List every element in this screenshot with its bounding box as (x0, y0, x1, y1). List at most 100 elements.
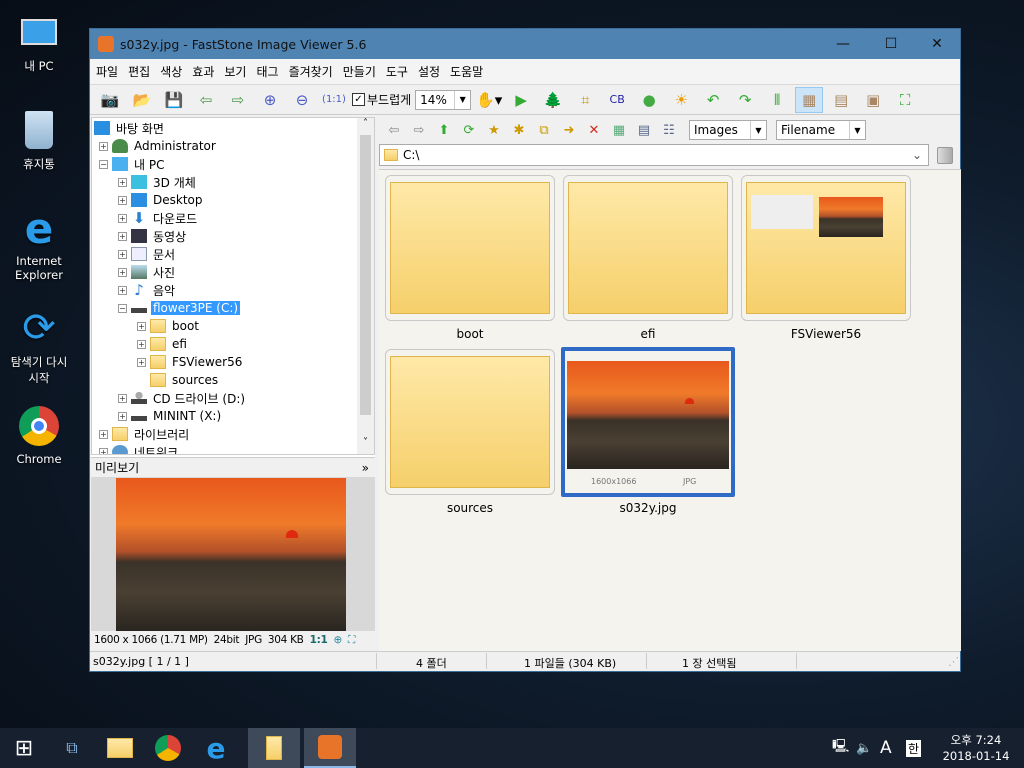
desktop-icon-ie[interactable]: e Internet Explorer (4, 204, 74, 283)
volume-tray-icon[interactable]: 🔈 (856, 741, 872, 756)
layout-browser-icon[interactable]: ▦ (795, 86, 824, 113)
fit-icon[interactable]: ⊕ (334, 634, 343, 646)
expand-icon[interactable]: + (99, 429, 108, 439)
ie-taskbar-icon[interactable]: e (192, 728, 240, 768)
stamp-icon[interactable]: ● (635, 87, 663, 113)
expand-icon[interactable]: + (118, 231, 127, 241)
menu-create[interactable]: 만들기 (343, 63, 376, 80)
language-indicator[interactable]: 한 (906, 739, 922, 757)
filter-select[interactable]: Images ▼ (689, 120, 767, 140)
expand-icon[interactable]: + (118, 411, 127, 421)
chevron-down-icon[interactable]: ▼ (750, 121, 766, 139)
chevron-down-icon[interactable]: ⌄ (912, 148, 928, 162)
network-tray-icon[interactable]: 🖳 (832, 737, 849, 759)
tree-item-boot[interactable]: + boot (137, 317, 201, 335)
menu-favorites[interactable]: 즐겨찾기 (289, 63, 333, 80)
expand-icon[interactable]: + (118, 177, 127, 187)
minimize-button[interactable]: — (820, 29, 866, 59)
tree-item-desktop-folder[interactable]: + Desktop (118, 191, 205, 209)
resize-icon[interactable]: 🌲 (539, 87, 567, 113)
ime-mode-indicator[interactable]: A (880, 738, 892, 758)
adjust-lighting-icon[interactable]: ☀ (667, 87, 695, 113)
resize-grip-icon[interactable]: ⋰ (948, 655, 959, 668)
expand-icon[interactable]: + (118, 285, 127, 295)
actual-size-button[interactable]: 1:1 (310, 634, 328, 646)
thumbnail-fsviewer56[interactable] (741, 175, 911, 321)
tree-item-documents[interactable]: + 문서 (118, 245, 177, 263)
layout-preview-icon[interactable]: ▤ (827, 87, 855, 113)
expand-icon[interactable]: + (118, 267, 127, 277)
menu-file[interactable]: 파일 (96, 63, 118, 80)
menu-view[interactable]: 보기 (224, 63, 246, 80)
menu-settings[interactable]: 설정 (418, 63, 440, 80)
refresh-folder-icon[interactable]: ⟳ (458, 117, 480, 143)
tree-item-drive-c[interactable]: − flower3PE (C:) (118, 299, 241, 317)
fullscreen-icon[interactable]: ⛶ (891, 87, 919, 113)
expand-icon[interactable]: + (118, 249, 127, 259)
forward-icon[interactable]: ⇨ (408, 117, 430, 143)
details-view-icon[interactable]: ☷ (658, 117, 680, 143)
zoom-in-icon[interactable]: ⊕ (256, 87, 284, 113)
tree-item-desktop[interactable]: 바탕 화면 (94, 119, 166, 137)
zoom-select[interactable]: 14% ▼ (415, 89, 472, 110)
expand-icon[interactable]: + (137, 357, 146, 367)
rotate-left-icon[interactable]: ↶ (699, 87, 727, 113)
smooth-checkbox[interactable]: ✓ 부드럽게 (352, 91, 411, 108)
scroll-down-icon[interactable]: ˅ (357, 437, 374, 454)
menu-edit[interactable]: 편집 (128, 63, 150, 80)
open-folder-icon[interactable]: 📂 (128, 87, 156, 113)
expand-icon[interactable]: + (99, 447, 108, 454)
rotate-right-icon[interactable]: ↷ (731, 87, 759, 113)
favorites-icon[interactable]: ★ (483, 117, 505, 143)
tree-item-fsviewer56[interactable]: + FSViewer56 (137, 353, 244, 371)
hand-tool-icon[interactable]: ✋▾ (475, 87, 503, 113)
scroll-up-icon[interactable]: ˄ (357, 118, 374, 135)
compare-icon[interactable]: ⫴ (763, 87, 791, 113)
checkbox-icon[interactable]: ✓ (352, 93, 365, 106)
chrome-taskbar-icon[interactable] (144, 728, 192, 768)
maximize-button[interactable]: ☐ (868, 29, 914, 59)
back-icon[interactable]: ⇦ (383, 117, 405, 143)
fullscreen-preview-icon[interactable]: ⛶ (348, 634, 355, 647)
thumbnail-efi[interactable] (563, 175, 733, 321)
tree-item-libraries[interactable]: + 라이브러리 (99, 425, 191, 443)
copy-to-icon[interactable]: ⧉ (533, 117, 555, 143)
collapse-icon[interactable]: − (99, 159, 108, 169)
close-button[interactable]: ✕ (914, 29, 960, 59)
tree-item-administrator[interactable]: + Administrator (99, 137, 218, 155)
tree-item-network[interactable]: + 네트워크 (99, 443, 180, 454)
zoom-out-icon[interactable]: ⊖ (288, 87, 316, 113)
move-to-icon[interactable]: ➜ (558, 117, 580, 143)
thumbnails-view-icon[interactable]: ▦ (608, 117, 630, 143)
menu-tools[interactable]: 도구 (386, 63, 408, 80)
delete-icon[interactable]: ✕ (583, 117, 605, 143)
expand-icon[interactable]: + (118, 195, 127, 205)
sort-select[interactable]: Filename ▼ (776, 120, 866, 140)
previous-icon[interactable]: ⇦ (192, 87, 220, 113)
desktop-icon-restart-explorer[interactable]: ⟳ 탐색기 다시 시작 (4, 305, 74, 386)
collapse-chevron-icon[interactable]: » (362, 461, 369, 475)
expand-icon[interactable]: + (118, 213, 127, 223)
thumbnail-boot[interactable] (385, 175, 555, 321)
chevron-down-icon[interactable]: ▼ (849, 121, 865, 139)
expand-icon[interactable]: + (118, 393, 127, 403)
task-view-icon[interactable]: ⧉ (48, 728, 96, 768)
tree-item-sources[interactable]: sources (150, 371, 220, 389)
desktop-icon-pc[interactable]: 내 PC (4, 10, 74, 74)
menu-tags[interactable]: 태그 (256, 63, 278, 80)
new-folder-icon[interactable]: ✱ (508, 117, 530, 143)
file-explorer-icon[interactable] (96, 728, 144, 768)
menu-effects[interactable]: 효과 (192, 63, 214, 80)
tree-item-minint[interactable]: + MININT (X:) (118, 407, 223, 425)
tree-item-3d-objects[interactable]: +3D 개체 (118, 173, 198, 191)
acquire-camera-icon[interactable]: 📷 (96, 87, 124, 113)
clock[interactable]: 오후 7:24 2018-01-14 (936, 732, 1016, 764)
faststone-taskbar-icon[interactable] (304, 728, 356, 768)
menu-help[interactable]: 도움말 (450, 63, 483, 80)
list-view-icon[interactable]: ▤ (633, 117, 655, 143)
layout-image-icon[interactable]: ▣ (859, 87, 887, 113)
thumbnail-sources[interactable] (385, 349, 555, 495)
expand-icon[interactable]: + (137, 339, 146, 349)
text-icon[interactable]: CB (603, 87, 631, 113)
desktop-icon-recycle-bin[interactable]: 휴지통 (4, 108, 74, 172)
